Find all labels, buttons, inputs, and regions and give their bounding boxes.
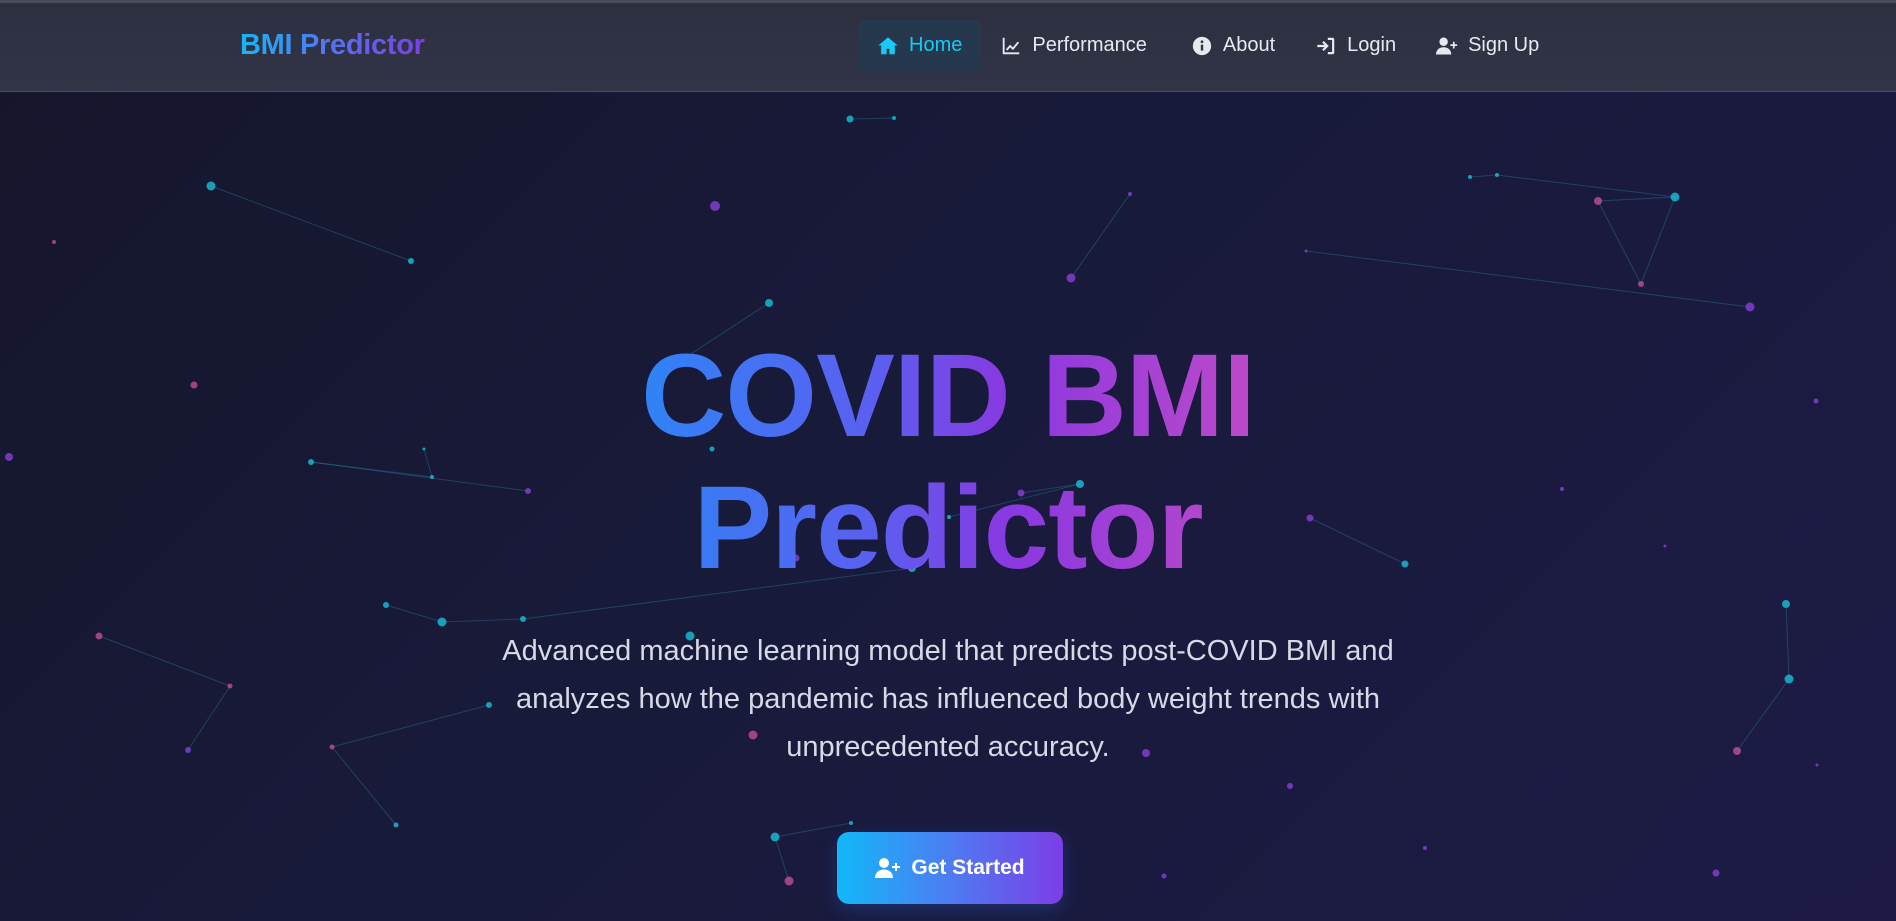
brand-logo[interactable]: BMI Predictor (240, 29, 425, 62)
nav-item-home[interactable]: Home (857, 20, 983, 71)
user-plus-icon (1436, 37, 1458, 54)
nav-item-signup[interactable]: Sign Up (1416, 20, 1559, 71)
nav-item-label: Login (1347, 34, 1397, 56)
nav-item-label: About (1222, 34, 1276, 56)
nav-item-label: Sign Up (1468, 34, 1540, 56)
chart-line-icon (1003, 37, 1020, 54)
nav-item-label: Home (909, 34, 963, 56)
info-circle-icon (1192, 36, 1212, 55)
sign-in-icon (1317, 37, 1335, 54)
hero-title: COVID BMI Predictor (0, 330, 1896, 594)
nav-item-performance[interactable]: Performance (982, 20, 1171, 71)
hero-subtitle: Advanced machine learning model that pre… (502, 635, 1394, 763)
navbar: BMI Predictor Home Performance About Log… (0, 0, 1896, 92)
hero-section: COVID BMI Predictor Advanced machine lea… (0, 92, 1896, 921)
nav-item-about[interactable]: About (1171, 20, 1295, 71)
nav-links: Home Performance About Login Sign Up (857, 20, 1559, 71)
hero-title-line-1: COVID BMI (641, 330, 1255, 462)
get-started-button[interactable]: Get Started (837, 832, 1063, 904)
user-plus-icon (875, 858, 901, 878)
home-icon (878, 36, 898, 54)
get-started-label: Get Started (911, 856, 1025, 879)
nav-item-login[interactable]: Login (1295, 20, 1416, 71)
nav-item-label: Performance (1032, 34, 1147, 56)
hero-title-line-2: Predictor (693, 462, 1203, 594)
